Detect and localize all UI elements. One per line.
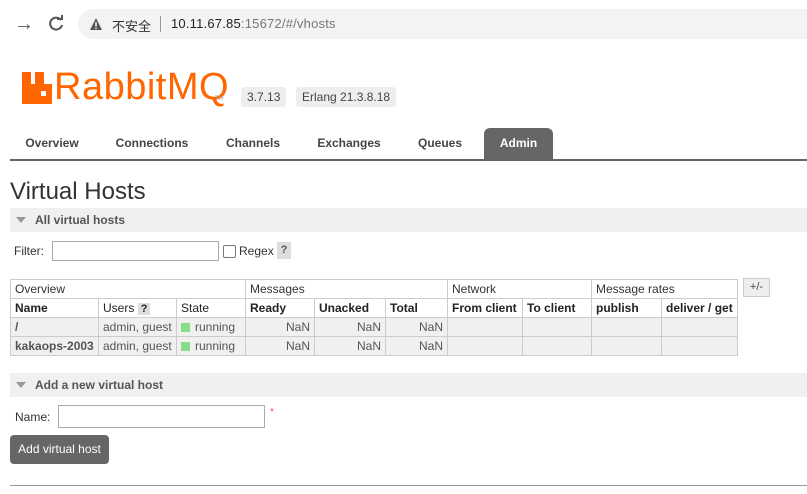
vhost-name-link[interactable]: kakaops-2003 bbox=[10, 336, 99, 356]
tab-connections[interactable]: Connections bbox=[108, 128, 196, 159]
reload-icon[interactable] bbox=[44, 12, 68, 36]
divider bbox=[10, 485, 807, 486]
all-vhosts-title: All virtual hosts bbox=[35, 213, 126, 227]
vhost-total: NaN bbox=[385, 317, 448, 337]
filter-label: Filter: bbox=[14, 244, 44, 258]
vhost-state-text: running bbox=[195, 339, 236, 353]
group-overview: Overview bbox=[10, 279, 246, 299]
col-users-label: Users bbox=[103, 301, 135, 315]
name-label: Name: bbox=[15, 410, 51, 424]
add-virtual-host-button[interactable]: Add virtual host bbox=[10, 435, 109, 464]
tab-admin[interactable]: Admin bbox=[484, 128, 553, 159]
address-bar[interactable]: 不安全 10.11.67.85:15672/#/vhosts bbox=[78, 9, 807, 39]
insecure-label[interactable]: 不安全 bbox=[112, 16, 151, 35]
collapse-triangle-icon bbox=[16, 382, 26, 388]
url-path: :15672/#/vhosts bbox=[240, 16, 336, 31]
regex-help-button[interactable]: ? bbox=[277, 242, 291, 259]
vhost-ready: NaN bbox=[245, 336, 315, 356]
rabbitmq-logo[interactable]: RabbitMQ TM bbox=[22, 66, 229, 108]
forward-icon[interactable]: → bbox=[12, 12, 36, 36]
vhost-users: admin, guest bbox=[98, 336, 177, 356]
rabbitmq-version: 3.7.13 bbox=[241, 87, 287, 107]
regex-label: Regex bbox=[239, 244, 274, 258]
vhost-total: NaN bbox=[385, 336, 448, 356]
col-to-client[interactable]: To client bbox=[522, 298, 592, 318]
main-tabs: Overview Connections Channels Exchanges … bbox=[10, 128, 807, 161]
add-vhost-header[interactable]: Add a new virtual host bbox=[10, 373, 807, 397]
logo-text: RabbitMQ bbox=[54, 66, 230, 108]
vhost-deliver-get bbox=[661, 336, 738, 356]
users-help-button[interactable]: ? bbox=[137, 303, 151, 315]
vhost-state: running bbox=[176, 336, 246, 356]
tab-exchanges[interactable]: Exchanges bbox=[310, 128, 388, 159]
vhost-to-client bbox=[522, 317, 592, 337]
vhost-from-client bbox=[447, 336, 523, 356]
col-users[interactable]: Users ? bbox=[98, 298, 177, 318]
erlang-version: Erlang 21.3.8.18 bbox=[296, 87, 397, 107]
group-message-rates: Message rates bbox=[591, 279, 738, 299]
col-total[interactable]: Total bbox=[385, 298, 448, 318]
all-vhosts-header[interactable]: All virtual hosts bbox=[10, 208, 807, 232]
table-row: / admin, guest running NaN NaN NaN bbox=[10, 317, 738, 337]
col-publish[interactable]: publish bbox=[591, 298, 662, 318]
group-network: Network bbox=[447, 279, 592, 299]
url-text[interactable]: 10.11.67.85:15672/#/vhosts bbox=[171, 16, 336, 31]
add-vhost-title: Add a new virtual host bbox=[35, 378, 164, 392]
vhost-unacked: NaN bbox=[314, 317, 386, 337]
browser-toolbar: → 不安全 10.11.67.85:15672/#/vhosts bbox=[0, 0, 807, 48]
address-separator bbox=[160, 16, 161, 32]
rabbit-logo-icon bbox=[22, 72, 52, 104]
state-running-icon bbox=[181, 323, 190, 332]
collapse-triangle-icon bbox=[16, 217, 26, 223]
columns-toggle-button[interactable]: +/- bbox=[743, 278, 770, 297]
table-group-header: Overview Messages Network Message rates bbox=[10, 279, 738, 299]
tab-overview[interactable]: Overview bbox=[10, 128, 94, 159]
regex-checkbox[interactable] bbox=[223, 245, 236, 258]
required-marker: * bbox=[270, 407, 274, 418]
col-deliver-get[interactable]: deliver / get bbox=[661, 298, 738, 318]
tab-channels[interactable]: Channels bbox=[214, 128, 292, 159]
vhost-name-input[interactable] bbox=[58, 405, 265, 428]
tab-queues[interactable]: Queues bbox=[408, 128, 472, 159]
vhost-name-link[interactable]: / bbox=[10, 317, 99, 337]
vhost-to-client bbox=[522, 336, 592, 356]
col-state[interactable]: State bbox=[176, 298, 246, 318]
col-from-client[interactable]: From client bbox=[447, 298, 523, 318]
group-messages: Messages bbox=[245, 279, 448, 299]
vhost-state: running bbox=[176, 317, 246, 337]
vhost-users: admin, guest bbox=[98, 317, 177, 337]
col-name[interactable]: Name bbox=[10, 298, 99, 318]
vhosts-table: Overview Messages Network Message rates … bbox=[10, 279, 738, 356]
table-row: kakaops-2003 admin, guest running NaN Na… bbox=[10, 336, 738, 356]
col-ready[interactable]: Ready bbox=[245, 298, 315, 318]
vhost-state-text: running bbox=[195, 320, 236, 334]
vhost-deliver-get bbox=[661, 317, 738, 337]
vhost-publish bbox=[591, 317, 662, 337]
vhost-ready: NaN bbox=[245, 317, 315, 337]
vhost-unacked: NaN bbox=[314, 336, 386, 356]
vhost-publish bbox=[591, 336, 662, 356]
vhost-from-client bbox=[447, 317, 523, 337]
logo-tm: TM bbox=[215, 96, 224, 102]
col-unacked[interactable]: Unacked bbox=[314, 298, 386, 318]
table-column-header: Name Users ? State Ready Unacked Total F… bbox=[10, 298, 738, 318]
state-running-icon bbox=[181, 342, 190, 351]
page-title: Virtual Hosts bbox=[10, 178, 146, 205]
filter-input[interactable] bbox=[52, 241, 219, 261]
warning-icon bbox=[90, 18, 102, 30]
url-host: 10.11.67.85 bbox=[171, 16, 241, 31]
